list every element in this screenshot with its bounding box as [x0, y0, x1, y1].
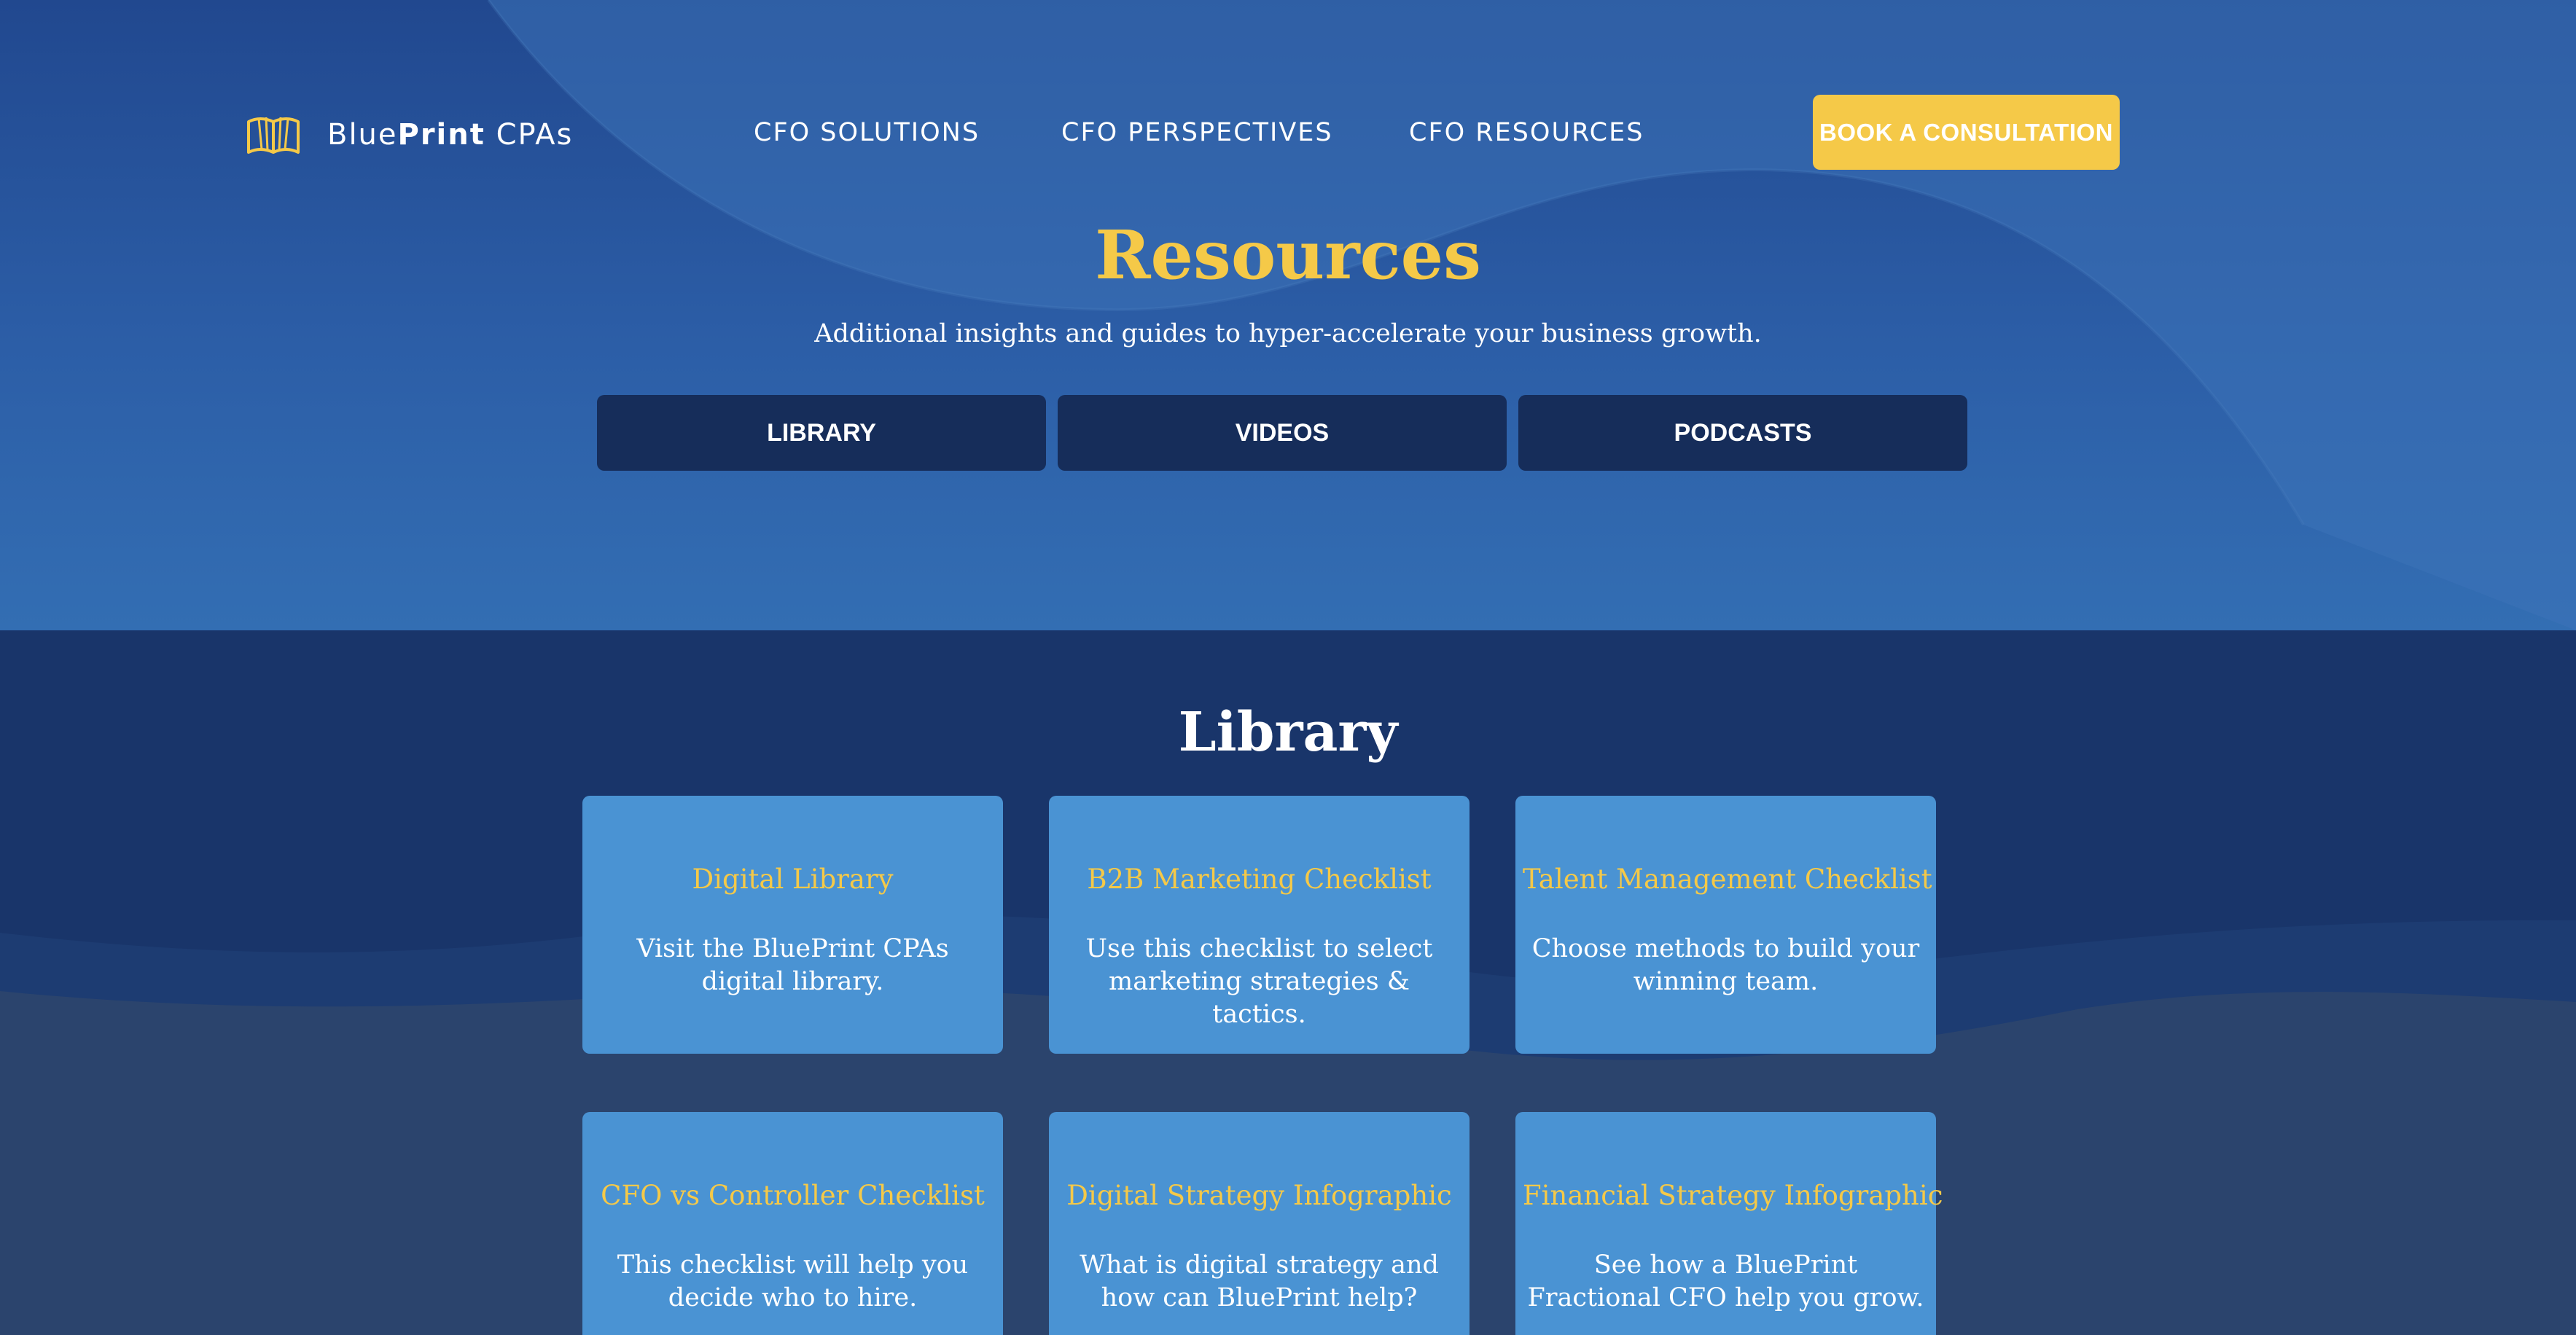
- card-description: See how a BluePrint Fractional CFO help …: [1526, 1249, 1926, 1315]
- resource-card-talent-management-checklist[interactable]: Talent Management Checklist Choose metho…: [1515, 796, 1936, 1054]
- brand-name-bold: Print: [397, 118, 485, 152]
- card-description-line: Visit the BluePrint CPAs: [636, 934, 949, 963]
- card-description-line: digital library.: [701, 967, 884, 996]
- card-description-line: Choose methods to build your: [1531, 934, 1920, 963]
- card-description-line: marketing strategies & tactics.: [1109, 967, 1410, 1029]
- card-description: Visit the BluePrint CPAs digital library…: [593, 933, 993, 998]
- resource-card-digital-strategy-infographic[interactable]: Digital Strategy Infographic What is dig…: [1049, 1112, 1470, 1335]
- nav-link-cfo-resources[interactable]: CFO RESOURCES: [1409, 117, 1644, 149]
- resource-card-cfo-vs-controller-checklist[interactable]: CFO vs Controller Checklist This checkli…: [582, 1112, 1003, 1335]
- card-description: This checklist will help you decide who …: [593, 1249, 993, 1315]
- card-description: What is digital strategy and how can Blu…: [1059, 1249, 1459, 1315]
- card-description-line: decide who to hire.: [668, 1283, 918, 1312]
- book-icon: [247, 117, 300, 154]
- library-heading: Library: [1178, 701, 1398, 764]
- tab-videos[interactable]: VIDEOS: [1058, 395, 1507, 471]
- tab-podcasts[interactable]: PODCASTS: [1518, 395, 1967, 471]
- card-description-line: winning team.: [1633, 967, 1819, 996]
- card-title: B2B Marketing Checklist: [1087, 864, 1432, 895]
- card-description: Choose methods to build your winning tea…: [1526, 933, 1926, 998]
- card-title: Talent Management Checklist: [1523, 864, 1932, 895]
- card-description-line: See how a BluePrint: [1593, 1250, 1858, 1280]
- card-title: CFO vs Controller Checklist: [601, 1180, 985, 1211]
- card-title: Digital Strategy Infographic: [1066, 1180, 1452, 1211]
- nav-link-cfo-perspectives[interactable]: CFO PERSPECTIVES: [1061, 117, 1333, 149]
- hero-section: BluePrint CPAs CFO SOLUTIONS CFO PERSPEC…: [0, 0, 2576, 630]
- nav-link-cfo-solutions[interactable]: CFO SOLUTIONS: [754, 117, 980, 149]
- resource-card-b2b-marketing-checklist[interactable]: B2B Marketing Checklist Use this checkli…: [1049, 796, 1470, 1054]
- resource-card-digital-library[interactable]: Digital Library Visit the BluePrint CPAs…: [582, 796, 1003, 1054]
- book-consultation-button[interactable]: BOOK A CONSULTATION: [1813, 95, 2120, 170]
- page-subtitle: Additional insights and guides to hyper-…: [814, 319, 1762, 348]
- tab-library[interactable]: LIBRARY: [597, 395, 1046, 471]
- brand-logo[interactable]: BluePrint CPAs: [246, 111, 573, 159]
- card-description-line: What is digital strategy and: [1080, 1250, 1439, 1280]
- brand-name-suffix: CPAs: [485, 118, 574, 152]
- library-section: Library Digital Library Visit the BluePr…: [0, 630, 2576, 1335]
- card-title: Digital Library: [692, 864, 894, 895]
- card-title: Financial Strategy Infographic: [1523, 1180, 1943, 1211]
- card-description-line: Fractional CFO help you grow.: [1527, 1283, 1924, 1312]
- card-description: Use this checklist to select marketing s…: [1059, 933, 1459, 1031]
- card-description-line: Use this checklist to select: [1085, 934, 1433, 963]
- card-description-line: how can BluePrint help?: [1101, 1283, 1418, 1312]
- brand-name: BluePrint CPAs: [327, 118, 573, 152]
- card-description-line: This checklist will help you: [617, 1250, 969, 1280]
- page-title: Resources: [1095, 216, 1481, 294]
- resource-card-financial-strategy-infographic[interactable]: Financial Strategy Infographic See how a…: [1515, 1112, 1943, 1335]
- page: BluePrint CPAs CFO SOLUTIONS CFO PERSPEC…: [0, 0, 2576, 1335]
- brand-name-light: Blue: [327, 118, 398, 152]
